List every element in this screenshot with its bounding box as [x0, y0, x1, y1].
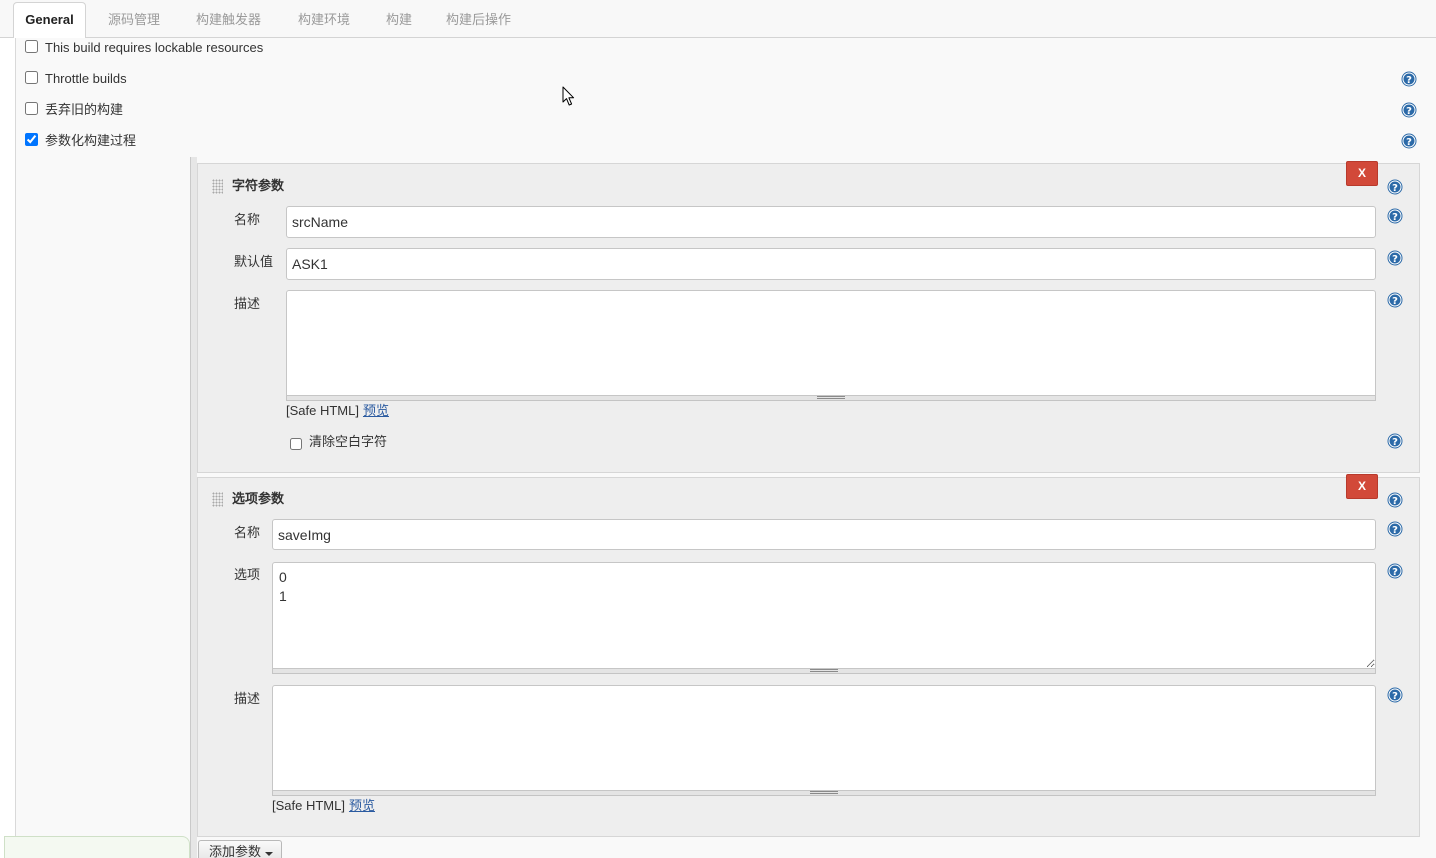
parameterized-build-checkbox[interactable] — [25, 133, 38, 146]
add-parameter-button[interactable]: 添加参数 — [198, 840, 282, 858]
string-param-description-textarea[interactable] — [286, 290, 1376, 396]
choice-parameter-block: 选项参数 X ? 名称 ? 选项 0 1 ? 描述 ? [Safe HTML] 预… — [197, 474, 1420, 837]
string-param-default-input[interactable] — [286, 248, 1376, 280]
svg-text:?: ? — [1406, 137, 1412, 148]
parameters-indent-bar — [190, 157, 197, 858]
preview-link[interactable]: 预览 — [349, 798, 375, 813]
svg-text:?: ? — [1392, 525, 1398, 536]
svg-text:?: ? — [1392, 567, 1398, 578]
option-parameterized-build: 参数化构建过程 ? — [0, 126, 1436, 156]
help-icon[interactable]: ? — [1387, 179, 1403, 195]
svg-text:?: ? — [1392, 296, 1398, 307]
choice-param-name-label: 名称 — [234, 525, 261, 540]
help-icon[interactable]: ? — [1387, 563, 1403, 579]
caret-down-icon — [265, 852, 273, 856]
preview-link[interactable]: 预览 — [363, 403, 389, 418]
trim-whitespace-label[interactable]: 清除空白字符 — [309, 434, 387, 450]
choice-param-choices-textarea[interactable]: 0 1 — [272, 562, 1376, 669]
choice-param-description-textarea[interactable] — [272, 685, 1376, 791]
textarea-resize-handle[interactable] — [272, 791, 1376, 796]
string-param-name-label: 名称 — [234, 212, 261, 227]
discard-old-builds-checkbox[interactable] — [25, 102, 38, 115]
help-icon[interactable]: ? — [1387, 492, 1403, 508]
delete-choice-parameter-button[interactable]: X — [1346, 474, 1378, 499]
mouse-pointer-icon — [562, 86, 576, 107]
svg-text:?: ? — [1392, 496, 1398, 507]
svg-text:?: ? — [1392, 254, 1398, 265]
textarea-resize-handle[interactable] — [272, 669, 1376, 674]
svg-text:?: ? — [1392, 212, 1398, 223]
safe-html-note: [Safe HTML] — [272, 798, 345, 813]
safe-html-row: [Safe HTML] 预览 — [272, 798, 375, 814]
help-icon[interactable]: ? — [1387, 521, 1403, 537]
tab-build-environment[interactable]: 构建环境 — [298, 12, 350, 28]
throttle-builds-label[interactable]: Throttle builds — [45, 71, 127, 87]
option-lockable-resources: This build requires lockable resources — [0, 33, 1436, 63]
throttle-builds-checkbox[interactable] — [25, 71, 38, 84]
delete-string-parameter-button[interactable]: X — [1346, 161, 1378, 186]
drag-handle-icon[interactable] — [212, 179, 223, 194]
svg-text:?: ? — [1392, 437, 1398, 448]
choice-parameter-title: 选项参数 — [232, 491, 285, 506]
string-parameter-block: 字符参数 X ? 名称 ? 默认值 ? 描述 ? [Safe HTML] 预览 清… — [197, 161, 1420, 473]
tab-build-triggers[interactable]: 构建触发器 — [196, 12, 261, 28]
parameters-container: 字符参数 X ? 名称 ? 默认值 ? 描述 ? [Safe HTML] 预览 清… — [190, 157, 1428, 858]
help-icon[interactable]: ? — [1387, 292, 1403, 308]
job-configuration-page: General 源码管理 构建触发器 构建环境 构建 构建后操作 This bu… — [0, 0, 1436, 858]
add-parameter-label: 添加参数 — [209, 844, 262, 858]
help-icon[interactable]: ? — [1401, 133, 1417, 149]
string-param-name-input[interactable] — [286, 206, 1376, 238]
help-icon[interactable]: ? — [1387, 687, 1403, 703]
lockable-resources-label[interactable]: This build requires lockable resources — [45, 40, 263, 56]
grip-lines-icon — [817, 396, 845, 399]
choice-param-description-label: 描述 — [234, 691, 261, 706]
safe-html-note: [Safe HTML] — [286, 403, 359, 418]
help-icon[interactable]: ? — [1401, 102, 1417, 118]
lockable-resources-checkbox[interactable] — [25, 40, 38, 53]
string-parameter-title: 字符参数 — [232, 178, 285, 193]
tab-build[interactable]: 构建 — [386, 12, 412, 28]
tab-source-code-management[interactable]: 源码管理 — [108, 12, 160, 28]
grip-lines-icon — [810, 669, 838, 672]
string-param-default-label: 默认值 — [234, 254, 274, 269]
option-discard-old-builds: 丢弃旧的构建 ? — [0, 95, 1436, 125]
choice-param-choices-label: 选项 — [234, 567, 261, 582]
option-throttle-builds: Throttle builds ? — [0, 64, 1436, 94]
textarea-resize-handle[interactable] — [286, 396, 1376, 401]
svg-text:?: ? — [1392, 183, 1398, 194]
bottom-side-panel — [4, 836, 190, 858]
grip-lines-icon — [810, 791, 838, 794]
discard-old-builds-label[interactable]: 丢弃旧的构建 — [45, 102, 123, 118]
safe-html-row: [Safe HTML] 预览 — [286, 403, 389, 419]
help-icon[interactable]: ? — [1387, 250, 1403, 266]
choice-param-name-input[interactable] — [272, 519, 1376, 550]
tab-post-build-actions[interactable]: 构建后操作 — [446, 12, 511, 28]
help-icon[interactable]: ? — [1387, 433, 1403, 449]
trim-whitespace-checkbox[interactable] — [290, 438, 302, 450]
drag-handle-icon[interactable] — [212, 492, 223, 507]
parameterized-build-label[interactable]: 参数化构建过程 — [45, 133, 136, 149]
svg-text:?: ? — [1406, 106, 1412, 117]
help-icon[interactable]: ? — [1387, 208, 1403, 224]
help-icon[interactable]: ? — [1401, 71, 1417, 87]
svg-text:?: ? — [1392, 691, 1398, 702]
svg-text:?: ? — [1406, 75, 1412, 86]
string-param-description-label: 描述 — [234, 296, 261, 311]
